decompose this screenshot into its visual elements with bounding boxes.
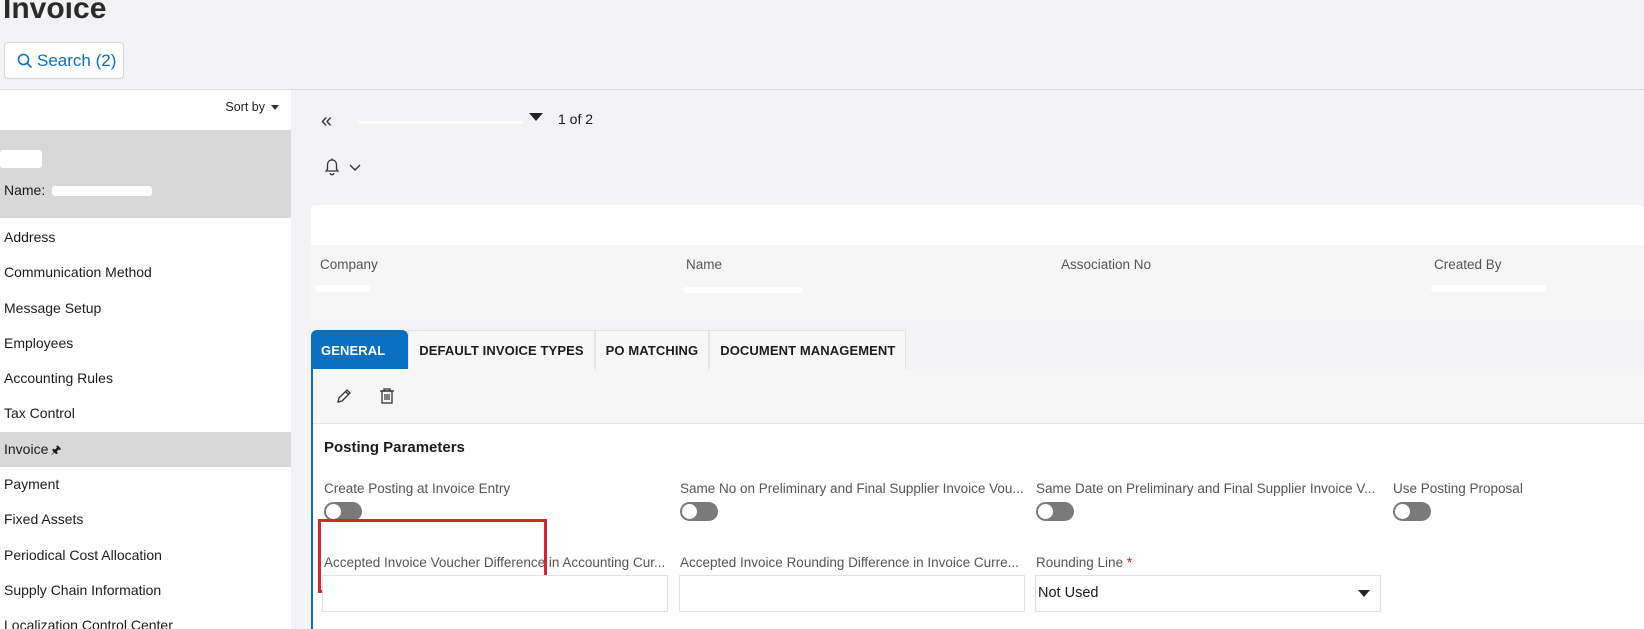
nav-item-label: Communication Method bbox=[4, 264, 152, 281]
first-record-icon[interactable]: « bbox=[321, 110, 332, 133]
company-label: Company bbox=[320, 257, 378, 272]
left-navigator: Sort by 100 Name: Address Communication … bbox=[0, 90, 291, 629]
nav-list: Address Communication Method Message Set… bbox=[0, 220, 291, 629]
redaction bbox=[315, 285, 370, 292]
use-posting-proposal-toggle[interactable] bbox=[1393, 502, 1431, 521]
rounding-difference-input[interactable] bbox=[679, 575, 1025, 612]
caret-down-icon bbox=[529, 113, 543, 121]
edit-icon[interactable] bbox=[335, 387, 353, 405]
nav-item-label: Localization Control Center bbox=[4, 617, 173, 629]
nav-item-fixed-assets[interactable]: Fixed Assets bbox=[0, 502, 291, 537]
tab-bar: GENERAL DEFAULT INVOICE TYPES PO MATCHIN… bbox=[311, 330, 907, 369]
nav-item-supply-chain-information[interactable]: Supply Chain Information bbox=[0, 573, 291, 608]
nav-item-label: Employees bbox=[4, 334, 74, 351]
same-date-label: Same Date on Preliminary and Final Suppl… bbox=[1036, 481, 1376, 496]
nav-item-message-setup[interactable]: Message Setup bbox=[0, 291, 291, 326]
search-button[interactable]: Search (2) bbox=[4, 42, 124, 79]
tab-po-matching[interactable]: PO MATCHING bbox=[594, 330, 710, 369]
voucher-difference-input[interactable] bbox=[322, 575, 668, 612]
nav-item-address[interactable]: Address bbox=[0, 220, 291, 255]
record-selector[interactable] bbox=[358, 104, 543, 134]
caret-down-icon bbox=[271, 104, 279, 110]
nav-item-periodical-cost-allocation[interactable]: Periodical Cost Allocation bbox=[0, 538, 291, 573]
nav-item-label: Accounting Rules bbox=[4, 370, 113, 387]
chevron-down-icon[interactable] bbox=[349, 164, 361, 172]
created-by-label: Created By bbox=[1434, 257, 1502, 272]
record-card[interactable]: 100 Name: bbox=[0, 130, 291, 218]
nav-item-employees[interactable]: Employees bbox=[0, 326, 291, 361]
same-no-label: Same No on Preliminary and Final Supplie… bbox=[680, 481, 1024, 496]
redaction bbox=[52, 186, 152, 196]
record-name-label: Name: bbox=[4, 182, 46, 198]
nav-item-label: Payment bbox=[4, 476, 60, 493]
same-date-toggle[interactable] bbox=[1036, 502, 1074, 521]
required-mark: * bbox=[1126, 555, 1133, 570]
nav-item-label: Invoice bbox=[4, 440, 49, 457]
nav-item-localization-control-center[interactable]: Localization Control Center bbox=[0, 608, 291, 629]
tab-content: Posting Parameters Create Posting at Inv… bbox=[311, 369, 1644, 629]
rounding-line-value: Not Used bbox=[1038, 585, 1099, 601]
nav-item-communication-method[interactable]: Communication Method bbox=[0, 255, 291, 290]
page-title: Invoice bbox=[3, 0, 107, 25]
tab-default-invoice-types[interactable]: DEFAULT INVOICE TYPES bbox=[408, 330, 595, 369]
bell-icon[interactable] bbox=[324, 158, 340, 176]
section-title: Posting Parameters bbox=[324, 439, 465, 456]
association-no-label: Association No bbox=[1061, 257, 1152, 272]
rounding-difference-label: Accepted Invoice Rounding Difference in … bbox=[680, 555, 1019, 570]
nav-item-tax-control[interactable]: Tax Control bbox=[0, 396, 291, 431]
nav-item-label: Address bbox=[4, 229, 56, 245]
nav-item-payment[interactable]: Payment bbox=[0, 467, 291, 502]
nav-item-label: Tax Control bbox=[4, 405, 75, 422]
sort-by-label: Sort by bbox=[225, 100, 265, 114]
redaction bbox=[1431, 285, 1546, 292]
caret-down-icon bbox=[1358, 590, 1370, 597]
tab-document-management[interactable]: DOCUMENT MANAGEMENT bbox=[709, 330, 907, 369]
nav-item-label: Message Setup bbox=[4, 299, 102, 316]
search-icon bbox=[17, 53, 33, 68]
nav-item-label: Supply Chain Information bbox=[4, 581, 162, 598]
pin-icon[interactable]: 🖈 bbox=[50, 443, 61, 457]
trash-icon[interactable] bbox=[378, 387, 396, 405]
record-header: Company Name Association No Created By bbox=[311, 205, 1644, 320]
rounding-line-label: Rounding Line * bbox=[1036, 555, 1132, 570]
name-label: Name bbox=[686, 257, 723, 272]
rounding-line-select[interactable]: Not Used bbox=[1035, 575, 1381, 612]
redaction bbox=[358, 116, 523, 124]
sort-by-dropdown[interactable]: Sort by bbox=[225, 100, 279, 114]
toolbar bbox=[313, 369, 1644, 424]
create-posting-label: Create Posting at Invoice Entry bbox=[324, 481, 511, 496]
record-count: 1 of 2 bbox=[558, 111, 594, 127]
rounding-line-label-text: Rounding Line bbox=[1036, 555, 1124, 570]
use-posting-proposal-label: Use Posting Proposal bbox=[1393, 481, 1523, 496]
redaction bbox=[0, 150, 42, 168]
main-area: « 1 of 2 Company Name Association No Cre… bbox=[291, 90, 1644, 629]
redaction bbox=[683, 287, 803, 293]
voucher-difference-label: Accepted Invoice Voucher Difference in A… bbox=[324, 555, 666, 570]
tab-general[interactable]: GENERAL bbox=[311, 330, 409, 369]
nav-item-label: Periodical Cost Allocation bbox=[4, 546, 162, 563]
nav-item-invoice[interactable]: Invoice 🖈 bbox=[0, 431, 291, 468]
same-no-toggle[interactable] bbox=[680, 502, 718, 521]
search-button-label: Search (2) bbox=[37, 50, 117, 70]
nav-item-label: Fixed Assets bbox=[4, 511, 84, 528]
nav-item-accounting-rules[interactable]: Accounting Rules bbox=[0, 361, 291, 396]
